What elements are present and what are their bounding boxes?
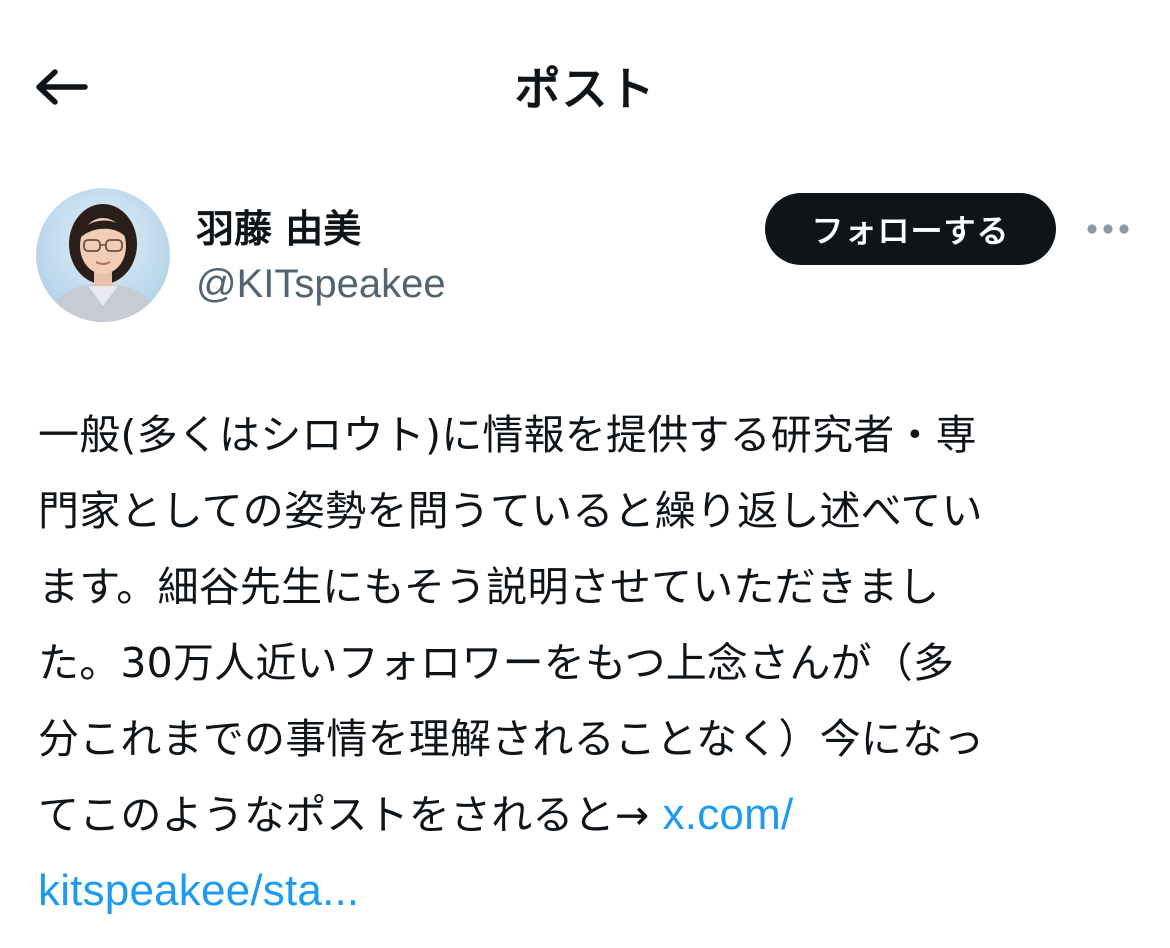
top-bar: ポスト: [0, 0, 1170, 175]
post-text: 一般(多くはシロウト)に情報を提供する研究者・専 門家としての姿勢を問うていると…: [38, 397, 1148, 929]
post-text-line: た。30万人近いフォロワーをもつ上念さんが（多: [38, 639, 955, 687]
post-text-line: kitspeakee/sta...: [38, 853, 1148, 929]
post-text-line: ます。細谷先生にもそう説明させていただきまし: [38, 563, 940, 611]
post-text-line: 分これまでの事情を理解されることなく）今になっ: [38, 715, 985, 763]
post-link[interactable]: x.com/: [663, 790, 794, 839]
more-options-button[interactable]: [1082, 208, 1134, 250]
author-display-name[interactable]: 羽藤 由美: [196, 205, 361, 253]
post-text-line: 門家としての姿勢を問うていると繰り返し述べてい: [38, 487, 983, 535]
post-text-line: 一般(多くはシロウト)に情報を提供する研究者・専: [38, 411, 977, 459]
post-link-continued[interactable]: kitspeakee/sta...: [38, 866, 359, 915]
profile-photo: [36, 188, 170, 322]
page-title: ポスト: [514, 62, 656, 116]
post-text-fragment: てこのようなポストをされると→: [38, 791, 663, 839]
arrow-left-icon: [33, 67, 89, 111]
more-horizontal-icon: [1086, 220, 1130, 239]
back-button[interactable]: [30, 58, 92, 120]
author-handle[interactable]: @KITspeakee: [196, 258, 446, 310]
post-text-line: てこのようなポストをされると→ x.com/: [38, 777, 1148, 853]
follow-button[interactable]: フォローする: [765, 193, 1056, 265]
avatar[interactable]: [36, 188, 170, 322]
